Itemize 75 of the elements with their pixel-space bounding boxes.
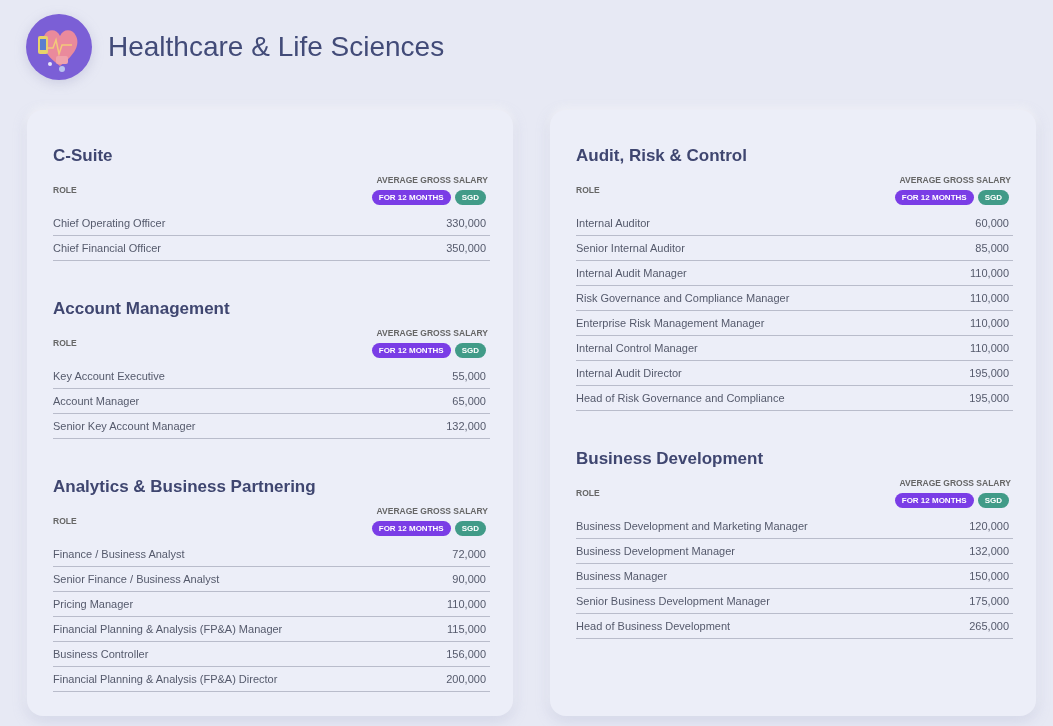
salary-cell: 195,000: [969, 367, 1009, 379]
column-header: AVERAGE GROSS SALARY: [376, 328, 488, 338]
salary-cell: 120,000: [969, 520, 1009, 532]
tag: FOR 12 MONTHS: [894, 190, 974, 205]
salary-cell: 60,000: [975, 217, 1009, 229]
tag: SGD: [977, 190, 1009, 205]
tag: FOR 12 MONTHS: [371, 521, 451, 536]
role-cell: Internal Audit Director: [576, 367, 682, 379]
tag: FOR 12 MONTHS: [371, 343, 451, 358]
salary-cell: 200,000: [446, 673, 486, 685]
role-cell: Senior Key Account Manager: [53, 420, 196, 432]
section-title: Analytics & Business Partnering: [53, 477, 317, 497]
role-cell: Enterprise Risk Management Manager: [576, 317, 765, 329]
role-cell: Internal Auditor: [576, 217, 650, 229]
role-cell: Business Manager: [576, 570, 668, 582]
salary-cell: 175,000: [969, 595, 1009, 607]
salary-cell: 110,000: [970, 292, 1009, 304]
column-header: ROLE: [53, 338, 77, 348]
column-header: ROLE: [576, 488, 600, 498]
role-cell: Chief Financial Officer: [53, 242, 161, 254]
role-cell: Head of Risk Governance and Compliance: [576, 392, 785, 404]
role-cell: Financial Planning & Analysis (FP&A) Manager: [53, 623, 283, 635]
section-title: C-Suite: [53, 146, 114, 166]
salary-cell: 55,000: [452, 370, 486, 382]
salary-cell: 330,000: [446, 217, 486, 229]
role-cell: Pricing Manager: [53, 598, 134, 610]
salary-cell: 65,000: [452, 395, 486, 407]
section-title: Audit, Risk & Control: [576, 146, 748, 166]
role-cell: Senior Internal Auditor: [576, 242, 685, 254]
tag: SGD: [454, 343, 486, 358]
salary-cell: 265,000: [969, 620, 1009, 632]
role-cell: Key Account Executive: [53, 370, 165, 382]
section-title: Business Development: [576, 449, 765, 469]
salary-cell: 110,000: [970, 267, 1009, 279]
role-cell: Internal Control Manager: [576, 342, 698, 354]
tag: FOR 12 MONTHS: [894, 493, 974, 508]
role-cell: Chief Operating Officer: [53, 217, 166, 229]
role-cell: Business Controller: [53, 648, 149, 660]
page-title: Healthcare & Life Sciences: [108, 31, 445, 63]
column-header: AVERAGE GROSS SALARY: [376, 175, 488, 185]
tag: FOR 12 MONTHS: [371, 190, 451, 205]
heart-monitor-icon: [26, 14, 92, 80]
salary-cell: 156,000: [446, 648, 486, 660]
role-cell: Internal Audit Manager: [576, 267, 687, 279]
salary-cell: 132,000: [969, 545, 1009, 557]
tag: SGD: [454, 190, 486, 205]
column-header: AVERAGE GROSS SALARY: [899, 478, 1011, 488]
role-cell: Financial Planning & Analysis (FP&A) Director: [53, 673, 278, 685]
role-cell: Finance / Business Analyst: [53, 548, 185, 560]
role-cell: Risk Governance and Compliance Manager: [576, 292, 790, 304]
salary-cell: 72,000: [452, 548, 486, 560]
role-cell: Account Manager: [53, 395, 140, 407]
salary-cell: 110,000: [970, 342, 1009, 354]
section-title: Account Management: [53, 299, 231, 319]
role-cell: Head of Business Development: [576, 620, 731, 632]
salary-cell: 195,000: [969, 392, 1009, 404]
tag: SGD: [977, 493, 1009, 508]
column-header: AVERAGE GROSS SALARY: [899, 175, 1011, 185]
salary-cell: 115,000: [447, 623, 486, 635]
salary-cell: 350,000: [446, 242, 486, 254]
role-cell: Senior Business Development Manager: [576, 595, 770, 607]
salary-cell: 90,000: [452, 573, 486, 585]
salary-cell: 150,000: [969, 570, 1009, 582]
column-header: AVERAGE GROSS SALARY: [376, 506, 488, 516]
salary-cell: 110,000: [970, 317, 1009, 329]
salary-cell: 85,000: [975, 242, 1009, 254]
column-header: ROLE: [576, 185, 600, 195]
column-header: ROLE: [53, 516, 77, 526]
tag: SGD: [454, 521, 486, 536]
role-cell: Business Development Manager: [576, 545, 735, 557]
salary-cell: 110,000: [447, 598, 486, 610]
salary-cell: 132,000: [446, 420, 486, 432]
role-cell: Senior Finance / Business Analyst: [53, 573, 220, 585]
column-header: ROLE: [53, 185, 77, 195]
role-cell: Business Development and Marketing Manager: [576, 520, 808, 532]
